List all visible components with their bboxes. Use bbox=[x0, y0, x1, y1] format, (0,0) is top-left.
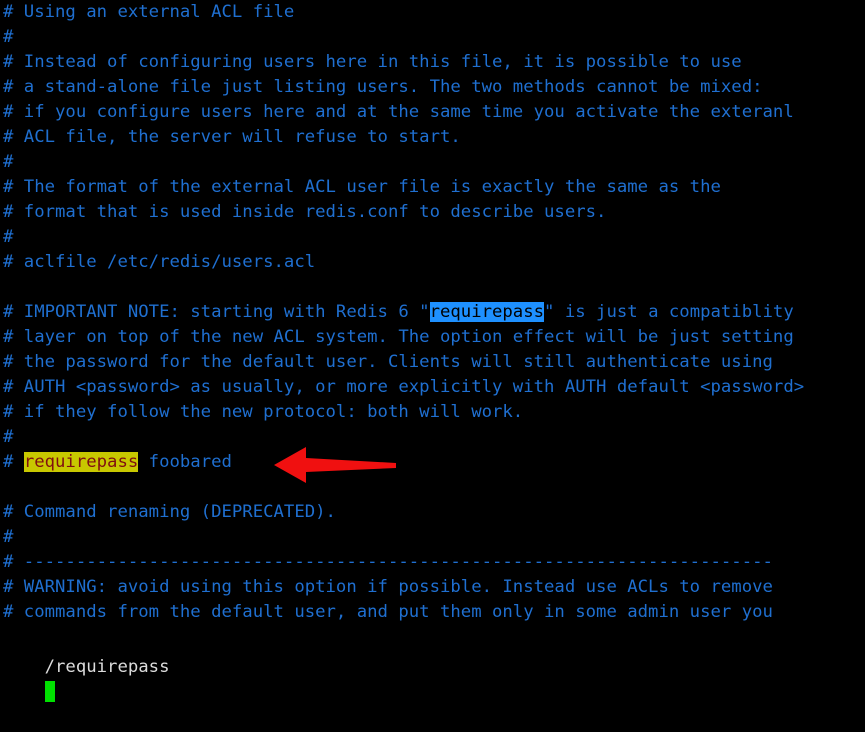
editor-line: # bbox=[3, 152, 14, 172]
editor-line: # IMPORTANT NOTE: starting with Redis 6 … bbox=[0, 300, 865, 325]
editor-line: # commands from the default user, and pu… bbox=[3, 602, 773, 622]
editor-line: # bbox=[3, 427, 14, 447]
editor-line: # Command renaming (DEPRECATED). bbox=[3, 502, 336, 522]
editor-line: # if you configure users here and at the… bbox=[3, 102, 794, 122]
line-text: " is just a compatiblity bbox=[544, 302, 794, 322]
editor-line: # requirepass foobared bbox=[0, 450, 865, 475]
editor-line: # AUTH <password> as usually, or more ex… bbox=[3, 377, 805, 397]
terminal-window[interactable]: # Using an external ACL file # # Instead o… bbox=[0, 0, 865, 702]
line-text: # IMPORTANT NOTE: starting with Redis 6 … bbox=[3, 302, 430, 322]
editor-line: # the password for the default user. Cli… bbox=[3, 352, 773, 372]
editor-line: # Using an external ACL file bbox=[3, 2, 295, 22]
editor-line: # a stand-alone file just listing users.… bbox=[3, 77, 763, 97]
editor-line: # The format of the external ACL user fi… bbox=[3, 177, 721, 197]
search-command-text: /requirepass bbox=[44, 657, 170, 677]
editor-line: # if they follow the new protocol: both … bbox=[3, 402, 524, 422]
search-match-current: requirepass bbox=[429, 302, 545, 322]
editor-line: # bbox=[3, 27, 14, 47]
editor-line: # Instead of configuring users here in t… bbox=[3, 52, 742, 72]
vim-command-line[interactable]: /requirepass bbox=[0, 628, 865, 702]
editor-line: # WARNING: avoid using this option if po… bbox=[3, 577, 773, 597]
editor-line: # bbox=[3, 227, 14, 247]
line-text: foobared bbox=[138, 452, 232, 472]
editor-line: # format that is used inside redis.conf … bbox=[3, 202, 607, 222]
text-editor-buffer[interactable]: # Using an external ACL file # # Instead o… bbox=[0, 0, 865, 625]
editor-line: # ACL file, the server will refuse to st… bbox=[3, 127, 461, 147]
text-cursor bbox=[44, 681, 55, 702]
editor-line: # bbox=[3, 527, 14, 547]
editor-line: # aclfile /etc/redis/users.acl bbox=[3, 252, 316, 272]
editor-line: # --------------------------------------… bbox=[3, 552, 773, 572]
line-text: # bbox=[3, 452, 24, 472]
search-match-other: requirepass bbox=[23, 452, 139, 472]
editor-line: # layer on top of the new ACL system. Th… bbox=[3, 327, 794, 347]
